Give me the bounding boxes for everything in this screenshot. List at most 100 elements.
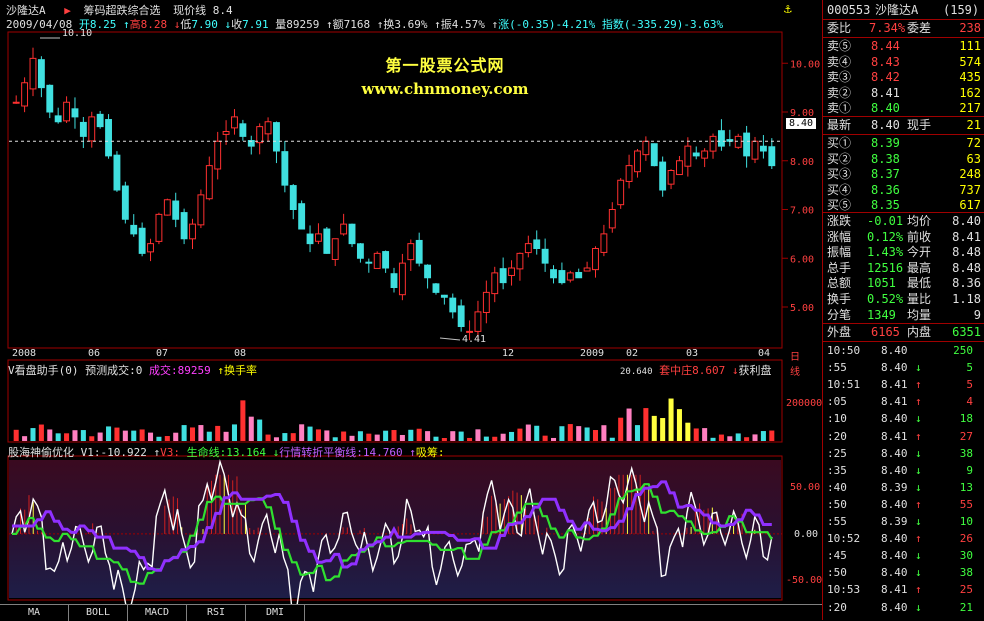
tab-ma[interactable]: MA [0, 605, 69, 621]
low-marker: 4.41 [462, 334, 487, 345]
bid-price: 8.38 [871, 151, 900, 166]
stat-value: -0.01 [867, 214, 904, 228]
x-label: 2008 [12, 348, 37, 359]
tick-volume: 38 [959, 566, 973, 580]
candle-body [113, 154, 121, 191]
volume-bar [567, 424, 573, 441]
balance-line-label: 行情转折平衡线:14.760 [279, 446, 403, 459]
high-value: 8.28 [140, 18, 168, 31]
x-label: 2009 [580, 348, 605, 359]
tick-direction-icon: ↓ [915, 566, 922, 580]
tick-row: :55 8.40 ↓ 5 [823, 360, 984, 376]
candle-body [12, 101, 20, 104]
candle-body [432, 283, 440, 293]
candle-body [625, 165, 633, 182]
candle-body [533, 239, 541, 249]
candle-body [474, 311, 482, 332]
tab-macd[interactable]: MACD [128, 605, 187, 621]
ask-volume: 162 [959, 85, 981, 100]
candle-body [550, 269, 557, 279]
index-label: 指数 [601, 18, 624, 31]
tab-dmi[interactable]: DMI [246, 605, 305, 621]
bid-volume: 248 [959, 167, 981, 182]
candle-body [373, 252, 381, 269]
stat-label: 前收 [907, 229, 932, 244]
period-label[interactable]: 日线 [790, 348, 800, 378]
tab-rsi[interactable]: RSI [187, 605, 246, 621]
volume-bar [509, 431, 515, 441]
indicator-name[interactable]: 股海神偷优化 [8, 446, 74, 459]
volume-bar [240, 400, 246, 441]
order-diff-label: 委差 [907, 21, 932, 35]
candle-body [88, 116, 96, 142]
volume-bar [139, 429, 145, 441]
candle-body [617, 179, 625, 206]
tick-row: :25 8.40 ↓ 38 [823, 446, 984, 462]
inner-label: 内盘 [907, 325, 932, 339]
volume-bar [550, 437, 557, 441]
volume-panel-header: V看盘助手(0) 预测成交:0 成交:89259 ↑换手率 [8, 362, 257, 378]
volume-bar [744, 437, 750, 441]
volume-bar [467, 437, 473, 441]
ask-volume: 574 [959, 54, 981, 69]
volume-bar [685, 422, 691, 441]
watermark-url: www.chnmoney.com [361, 80, 529, 98]
tick-direction-icon: ↑ [915, 429, 922, 443]
volume-bar [643, 408, 649, 441]
candle-body [180, 212, 188, 240]
candle-body [650, 143, 658, 167]
candle-body [222, 131, 230, 135]
tick-price: 8.41 [881, 583, 908, 597]
stat-label: 振幅 [827, 245, 852, 260]
high-marker: 10.10 [62, 28, 93, 39]
volume-bar [80, 430, 86, 441]
candle-body [667, 170, 675, 185]
volume-bar [299, 424, 305, 441]
candle-body [676, 160, 683, 176]
volume-bar [408, 429, 414, 441]
tick-row: :35 8.40 ↓ 9 [823, 463, 984, 479]
volume-bar [668, 398, 674, 441]
stat-row: 涨幅 0.12% 前收 8.41 [823, 229, 984, 245]
tab-boll[interactable]: BOLL [69, 605, 128, 621]
stat-value: 1.18 [952, 292, 981, 306]
candle-body [516, 252, 524, 270]
chart-area[interactable]: 10.00 9.00 8.00 7.00 6.00 5.00 沙隆达A ▶ 筹码超跌综合选… [0, 0, 822, 604]
tick-price: 8.40 [881, 463, 908, 477]
candle-body [29, 57, 37, 90]
candle-body [499, 268, 507, 284]
low-value: 7.90 [191, 18, 218, 31]
stat-label: 最高 [907, 260, 932, 275]
candle-body [323, 228, 331, 254]
bid-level-label: 买⑤ [827, 198, 852, 213]
volume-bar [64, 433, 70, 441]
bid-volume: 737 [959, 182, 981, 197]
stat-value: 8.36 [952, 276, 981, 291]
ask-volume: 435 [959, 70, 981, 85]
candle-body [407, 243, 415, 261]
down-arrow-icon: ↑ [122, 18, 130, 31]
tick-price: 8.39 [881, 480, 908, 494]
amount-value: 7168 [343, 18, 371, 31]
anchor-icon[interactable]: ⚓ [784, 2, 792, 17]
candle-body [390, 273, 398, 288]
amplitude-label: 振 [440, 18, 452, 31]
tick-direction-icon: ↑ [915, 378, 922, 392]
change-value: (-0.35)-4.21% [509, 18, 596, 31]
tick-row: :55 8.39 ↓ 10 [823, 514, 984, 530]
candle-body [692, 152, 700, 157]
turnover-value: 3.69% [394, 18, 428, 31]
tick-time: :05 [827, 395, 847, 409]
x-label: 04 [758, 348, 771, 359]
volume-bar [148, 432, 154, 441]
v3-label: V3: [160, 446, 180, 459]
candle-body [449, 297, 457, 313]
ask-price: 8.44 [871, 39, 900, 53]
candle-body [138, 227, 146, 254]
volume-bar [366, 433, 372, 441]
stat-label: 今开 [907, 245, 932, 260]
turnover-rate-label: 换手率 [223, 364, 257, 377]
stat-value: 1051 [867, 276, 896, 291]
candle-body [541, 248, 549, 264]
quote-title: 000553 沙隆达A (159) [823, 2, 984, 18]
